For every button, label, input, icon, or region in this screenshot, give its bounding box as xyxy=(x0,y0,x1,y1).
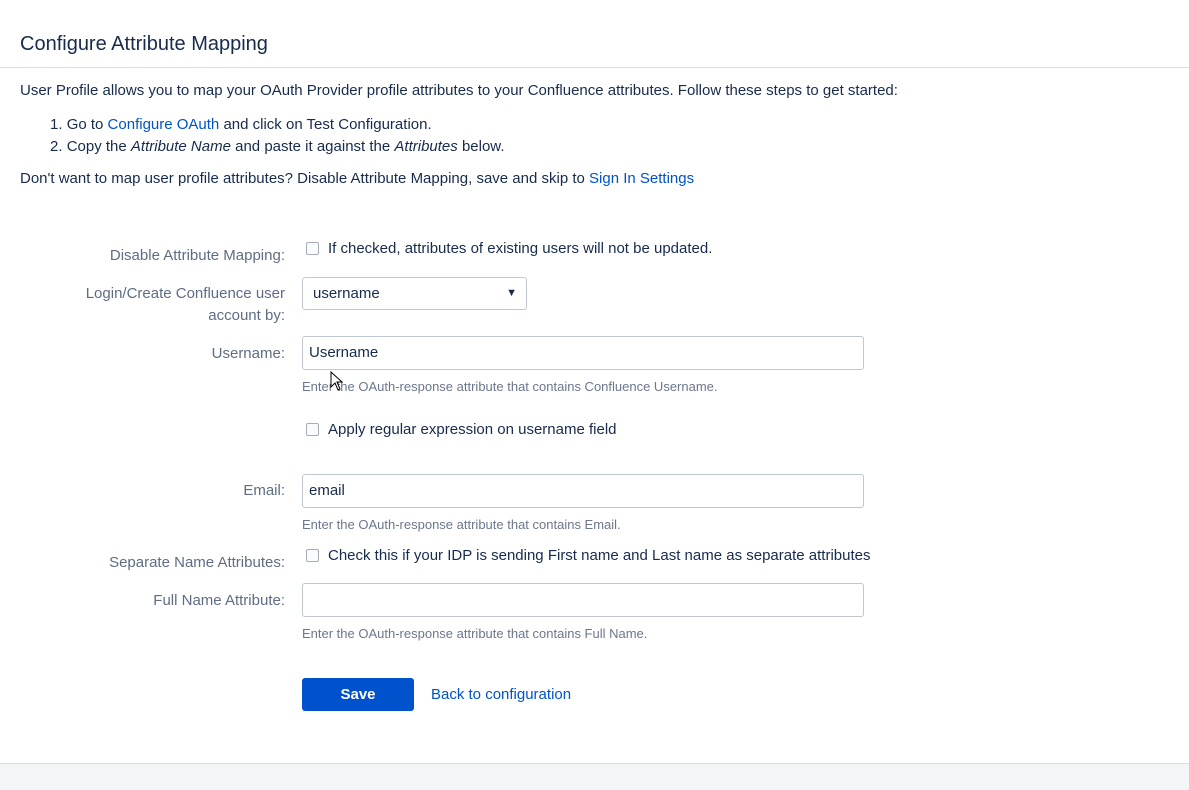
save-button[interactable]: Save xyxy=(302,678,414,711)
separate-name-checkbox-text: Check this if your IDP is sending First … xyxy=(328,547,871,564)
regex-checkbox-text: Apply regular expression on username fie… xyxy=(328,421,617,438)
email-hint: Enter the OAuth-response attribute that … xyxy=(302,517,621,532)
setup-steps: 1. Go to Configure OAuth and click on Te… xyxy=(50,114,504,158)
login-by-select[interactable]: username ▼ xyxy=(302,277,527,310)
regex-checkbox[interactable] xyxy=(306,423,319,436)
disable-mapping-label: Disable Attribute Mapping: xyxy=(109,247,285,264)
skip-text: Don't want to map user profile attribute… xyxy=(20,170,695,187)
sign-in-settings-link[interactable]: Sign In Settings xyxy=(589,170,694,187)
title-divider xyxy=(0,67,1189,68)
configure-oauth-link[interactable]: Configure OAuth xyxy=(108,116,220,133)
chevron-down-icon: ▼ xyxy=(506,287,517,299)
page-footer xyxy=(0,763,1189,790)
separate-name-checkbox[interactable] xyxy=(306,549,319,562)
email-input[interactable]: email xyxy=(302,474,864,508)
full-name-input[interactable] xyxy=(302,583,864,617)
step-item: 1. Go to Configure OAuth and click on Te… xyxy=(50,116,432,133)
login-by-label: Login/Create Confluence user account by: xyxy=(85,285,285,324)
intro-text: User Profile allows you to map your OAut… xyxy=(20,82,898,99)
back-to-configuration-link[interactable]: Back to configuration xyxy=(431,685,571,705)
full-name-label: Full Name Attribute: xyxy=(153,592,285,609)
username-hint: Enter the OAuth-response attribute that … xyxy=(302,379,718,394)
step-item: 2. Copy the Attribute Name and paste it … xyxy=(50,138,505,155)
mouse-pointer-icon xyxy=(330,371,344,391)
full-name-hint: Enter the OAuth-response attribute that … xyxy=(302,626,648,641)
separate-name-label: Separate Name Attributes: xyxy=(109,554,285,571)
email-label: Email: xyxy=(243,482,285,499)
disable-mapping-checkbox-text: If checked, attributes of existing users… xyxy=(328,240,713,257)
page-title: Configure Attribute Mapping xyxy=(20,33,268,55)
username-label: Username: xyxy=(211,345,285,362)
username-input[interactable]: Username xyxy=(302,336,864,370)
disable-mapping-checkbox[interactable] xyxy=(306,242,319,255)
